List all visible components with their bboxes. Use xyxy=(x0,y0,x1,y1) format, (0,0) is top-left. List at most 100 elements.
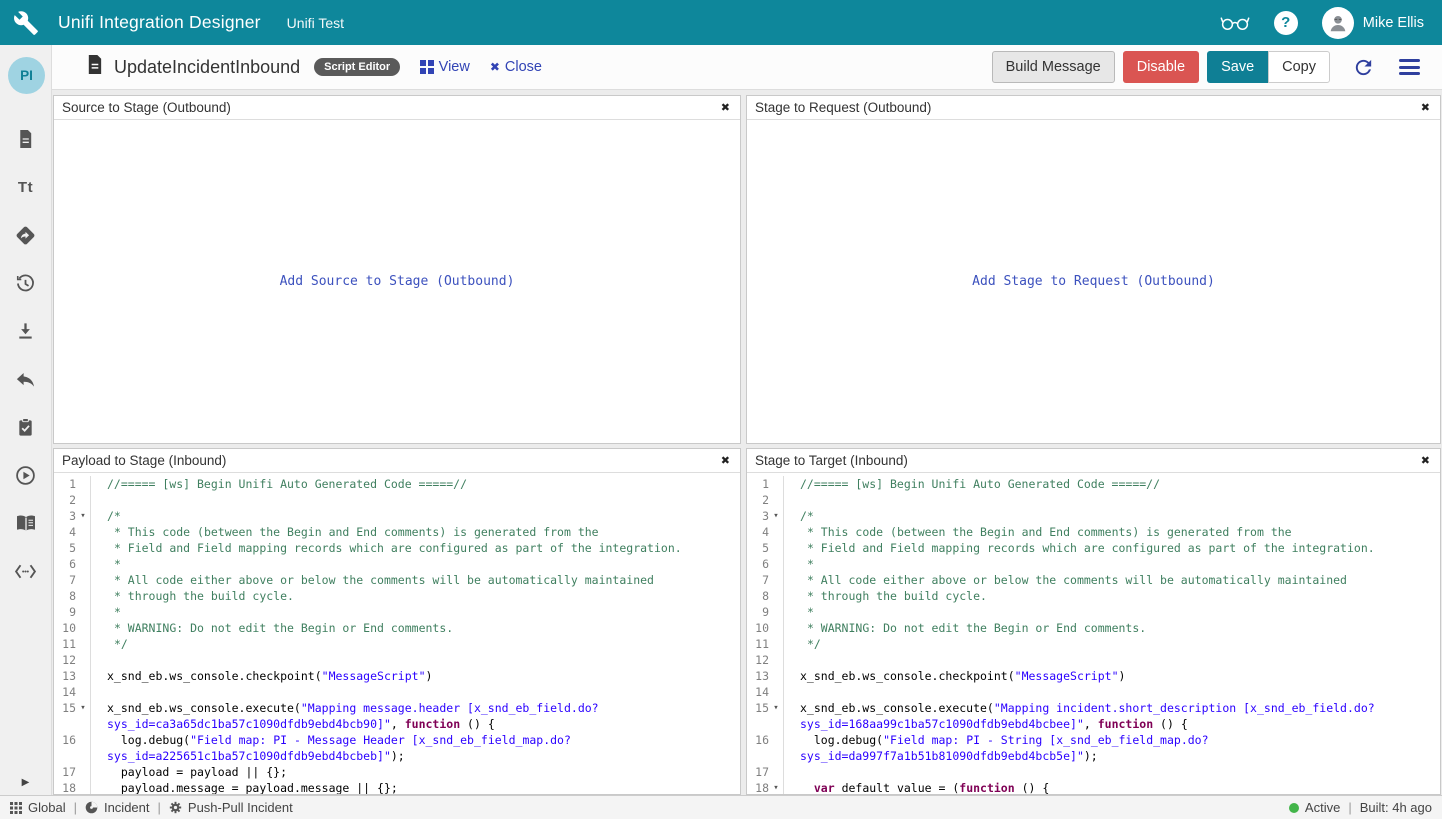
code-line[interactable]: x_snd_eb.ws_console.execute("Mapping mes… xyxy=(91,700,740,732)
add-source-to-stage-link[interactable]: Add Source to Stage (Outbound) xyxy=(280,274,515,289)
code-line[interactable]: * through the build cycle. xyxy=(784,588,1440,604)
text-icon[interactable]: Tt xyxy=(14,175,38,199)
fold-arrow-icon xyxy=(769,636,783,652)
menu-icon[interactable] xyxy=(1399,59,1420,75)
panel-header[interactable]: Payload to Stage (Inbound) ✖ xyxy=(54,449,740,473)
user-menu[interactable]: Mike Ellis xyxy=(1322,7,1424,39)
add-stage-to-request-link[interactable]: Add Stage to Request (Outbound) xyxy=(972,274,1215,289)
run-icon[interactable] xyxy=(14,463,38,487)
code-line[interactable]: */ xyxy=(784,636,1440,652)
code-line[interactable]: /* xyxy=(91,508,740,524)
code-line[interactable]: log.debug("Field map: PI - String [x_snd… xyxy=(784,732,1440,764)
code-icon[interactable] xyxy=(14,559,38,583)
code-line[interactable]: payload.message = payload.message || {}; xyxy=(91,780,740,794)
history-icon[interactable] xyxy=(14,271,38,295)
fold-arrow-icon[interactable]: ▾ xyxy=(769,780,783,794)
code-line[interactable]: ​ xyxy=(91,652,740,668)
separator: | xyxy=(1348,800,1351,815)
code-line[interactable]: * Field and Field mapping records which … xyxy=(91,540,740,556)
code-row: 7 * All code either above or below the c… xyxy=(54,572,740,588)
line-number-gutter: 17 xyxy=(54,764,91,780)
scope-global[interactable]: Global xyxy=(10,800,66,815)
code-line[interactable]: //===== [ws] Begin Unifi Auto Generated … xyxy=(784,476,1440,492)
panel-close-icon[interactable]: ✖ xyxy=(1419,101,1432,114)
code-line[interactable]: * xyxy=(784,604,1440,620)
code-row: 14​ xyxy=(747,684,1440,700)
fold-arrow-icon xyxy=(76,604,90,620)
code-editor-payload-to-stage[interactable]: 1//===== [ws] Begin Unifi Auto Generated… xyxy=(54,473,740,794)
code-line[interactable]: ​ xyxy=(784,652,1440,668)
help-icon[interactable]: ? xyxy=(1274,11,1298,35)
download-icon[interactable] xyxy=(14,319,38,343)
copy-button[interactable]: Copy xyxy=(1268,51,1330,83)
code-line[interactable]: //===== [ws] Begin Unifi Auto Generated … xyxy=(91,476,740,492)
fold-arrow-icon xyxy=(769,524,783,540)
fold-arrow-icon[interactable]: ▾ xyxy=(76,700,90,732)
process-push-pull-incident[interactable]: Push-Pull Incident xyxy=(169,800,293,815)
panel-close-icon[interactable]: ✖ xyxy=(1419,454,1432,467)
code-line[interactable]: */ xyxy=(91,636,740,652)
code-line[interactable]: * through the build cycle. xyxy=(91,588,740,604)
fold-arrow-icon[interactable]: ▾ xyxy=(769,508,783,524)
code-line[interactable]: * This code (between the Begin and End c… xyxy=(784,524,1440,540)
line-number-gutter: 4 xyxy=(747,524,784,540)
disable-button[interactable]: Disable xyxy=(1123,51,1199,83)
sidebar-expand-toggle[interactable]: ▶ xyxy=(0,769,52,795)
spectacles-icon[interactable] xyxy=(1220,13,1250,32)
code-line[interactable]: /* xyxy=(784,508,1440,524)
share-diamond-icon[interactable] xyxy=(14,223,38,247)
code-line[interactable]: payload = payload || {}; xyxy=(91,764,740,780)
code-line[interactable]: * All code either above or below the com… xyxy=(91,572,740,588)
fold-arrow-icon[interactable]: ▾ xyxy=(76,508,90,524)
code-line[interactable]: ​ xyxy=(784,764,1440,780)
refresh-icon[interactable] xyxy=(1352,56,1375,79)
build-message-button[interactable]: Build Message xyxy=(992,51,1115,83)
code-line[interactable]: x_snd_eb.ws_console.execute("Mapping inc… xyxy=(784,700,1440,732)
code-line[interactable]: x_snd_eb.ws_console.checkpoint("MessageS… xyxy=(91,668,740,684)
code-line[interactable]: * Field and Field mapping records which … xyxy=(784,540,1440,556)
panel-close-icon[interactable]: ✖ xyxy=(719,454,732,467)
panel-header[interactable]: Source to Stage (Outbound) ✖ xyxy=(54,96,740,120)
code-line[interactable]: ​ xyxy=(784,684,1440,700)
process-avatar[interactable]: PI xyxy=(8,57,45,94)
code-line[interactable]: * WARNING: Do not edit the Begin or End … xyxy=(91,620,740,636)
tasks-icon[interactable] xyxy=(14,415,38,439)
panel-close-icon[interactable]: ✖ xyxy=(719,101,732,114)
undo-icon[interactable] xyxy=(14,367,38,391)
view-button[interactable]: View xyxy=(420,59,470,75)
integration-incident[interactable]: Incident xyxy=(85,800,150,815)
fold-arrow-icon xyxy=(769,588,783,604)
fold-arrow-icon xyxy=(769,604,783,620)
code-line[interactable]: * xyxy=(91,604,740,620)
code-row: 17​ xyxy=(747,764,1440,780)
code-line[interactable]: ​ xyxy=(784,492,1440,508)
panel-header[interactable]: Stage to Target (Inbound) ✖ xyxy=(747,449,1440,473)
fold-arrow-icon xyxy=(769,476,783,492)
close-button[interactable]: ✖ Close xyxy=(490,59,542,75)
document-icon[interactable] xyxy=(14,127,38,151)
fold-arrow-icon[interactable]: ▾ xyxy=(769,700,783,732)
code-line[interactable]: * xyxy=(91,556,740,572)
code-row: 6 * xyxy=(747,556,1440,572)
save-button[interactable]: Save xyxy=(1207,51,1268,83)
code-line[interactable]: * xyxy=(784,556,1440,572)
wrench-icon[interactable] xyxy=(0,10,52,36)
code-row: 5 * Field and Field mapping records whic… xyxy=(747,540,1440,556)
fold-arrow-icon xyxy=(76,588,90,604)
docs-icon[interactable] xyxy=(14,511,38,535)
line-number-gutter: 6 xyxy=(747,556,784,572)
code-line[interactable]: log.debug("Field map: PI - Message Heade… xyxy=(91,732,740,764)
code-editor-stage-to-target[interactable]: 1//===== [ws] Begin Unifi Auto Generated… xyxy=(747,473,1440,794)
code-line[interactable]: * All code either above or below the com… xyxy=(784,572,1440,588)
code-line[interactable]: * WARNING: Do not edit the Begin or End … xyxy=(784,620,1440,636)
line-number-gutter: 18▾ xyxy=(747,780,784,794)
code-line[interactable]: ​ xyxy=(91,684,740,700)
code-line[interactable]: ​ xyxy=(91,492,740,508)
line-number-gutter: 8 xyxy=(747,588,784,604)
incident-icon xyxy=(85,801,98,814)
panel-header[interactable]: Stage to Request (Outbound) ✖ xyxy=(747,96,1440,120)
code-line[interactable]: x_snd_eb.ws_console.checkpoint("MessageS… xyxy=(784,668,1440,684)
code-row: 11 */ xyxy=(54,636,740,652)
code-line[interactable]: var default_value = (function () { xyxy=(784,780,1440,794)
code-line[interactable]: * This code (between the Begin and End c… xyxy=(91,524,740,540)
